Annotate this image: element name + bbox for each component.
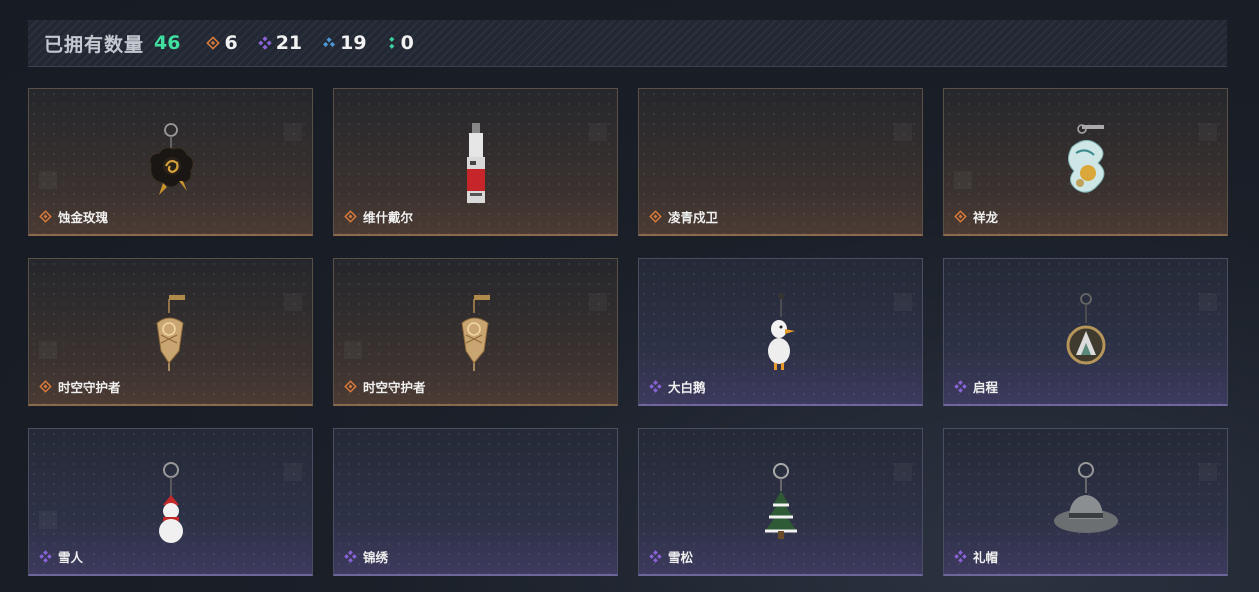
charm-card[interactable]: 礼帽 — [943, 428, 1228, 576]
owned-label: 已拥有数量 — [44, 33, 145, 56]
white-goose-charm-icon — [761, 293, 801, 373]
charm-name: 启程 — [973, 380, 999, 395]
fedora-hat-charm-icon — [1051, 461, 1121, 545]
charm-name: 大白鹅 — [668, 380, 706, 395]
green-rarity-icon — [388, 36, 394, 49]
stat-purple: 21 — [257, 32, 303, 54]
owned-count: 46 — [154, 32, 181, 54]
orange-rarity-icon — [954, 210, 967, 223]
charm-card[interactable]: 凌青戍卫 — [638, 88, 923, 236]
medal-charm-icon — [1063, 293, 1109, 373]
card-label: 祥龙 — [954, 207, 998, 226]
charm-card[interactable]: 雪松 — [638, 428, 923, 576]
charm-name: 时空守护者 — [58, 380, 121, 395]
card-decoration — [284, 463, 302, 481]
stat-orange-count: 6 — [224, 32, 238, 54]
purple-rarity-icon — [954, 380, 967, 393]
charm-card[interactable]: 时空守护者 — [28, 258, 313, 406]
purple-rarity-icon — [649, 380, 662, 393]
blue-rarity-icon — [323, 37, 336, 47]
charm-card[interactable]: 蚀金玫瑰 — [28, 88, 313, 236]
stat-blue: 19 — [322, 32, 367, 54]
orange-rarity-icon — [344, 210, 357, 223]
orange-rarity-icon — [39, 380, 52, 393]
card-decoration — [344, 341, 362, 359]
card-label: 礼帽 — [954, 547, 998, 566]
card-decoration — [589, 293, 607, 311]
card-decoration — [284, 293, 302, 311]
charm-card[interactable]: 雪人 — [28, 428, 313, 576]
stat-green-count: 0 — [400, 32, 414, 54]
charm-name: 祥龙 — [973, 210, 999, 225]
charm-name: 维什戴尔 — [363, 210, 414, 225]
card-label: 雪松 — [649, 547, 693, 566]
stat-purple-count: 21 — [275, 32, 303, 54]
purple-rarity-icon — [344, 550, 357, 563]
red-tag-charm-icon — [456, 121, 496, 207]
card-label: 大白鹅 — [649, 377, 706, 396]
dragon-charm-icon — [1058, 123, 1114, 203]
charm-name: 蚀金玫瑰 — [58, 210, 109, 225]
purple-rarity-icon — [649, 550, 662, 563]
orange-rarity-icon — [344, 380, 357, 393]
card-decoration — [1199, 293, 1217, 311]
card-label: 雪人 — [39, 547, 83, 566]
card-decoration — [39, 171, 57, 189]
charm-card[interactable]: 时空守护者 — [333, 258, 618, 406]
charm-card[interactable]: 锦绣 — [333, 428, 618, 576]
purple-rarity-icon — [954, 550, 967, 563]
charm-card[interactable]: 大白鹅 — [638, 258, 923, 406]
card-label: 蚀金玫瑰 — [39, 207, 108, 226]
card-label: 锦绣 — [344, 547, 388, 566]
snowman-charm-icon — [151, 461, 191, 545]
charm-card[interactable]: 维什戴尔 — [333, 88, 618, 236]
charm-name: 锦绣 — [363, 550, 389, 565]
charm-name: 时空守护者 — [363, 380, 426, 395]
card-label: 时空守护者 — [39, 377, 121, 396]
golden-guardian-charm-icon — [454, 293, 498, 373]
card-decoration — [589, 123, 607, 141]
charm-name: 雪人 — [58, 550, 84, 565]
charm-grid: 蚀金玫瑰 维什戴尔 凌青戍卫 祥龙 时空守护者 时空守护者 大白鹅 启程 雪人 … — [28, 88, 1228, 576]
golden-guardian-charm-icon — [149, 293, 193, 373]
purple-rarity-icon — [257, 36, 272, 50]
orange-rarity-icon — [206, 36, 221, 50]
card-decoration — [894, 123, 912, 141]
charm-name: 凌青戍卫 — [668, 210, 719, 225]
charm-name: 雪松 — [668, 550, 694, 565]
purple-rarity-icon — [39, 550, 52, 563]
card-decoration — [39, 511, 57, 529]
stat-blue-count: 19 — [340, 32, 367, 54]
card-decoration — [1199, 463, 1217, 481]
card-label: 启程 — [954, 377, 998, 396]
owned-summary-bar: 已拥有数量 46 6 21 19 0 — [28, 20, 1227, 67]
card-decoration — [954, 171, 972, 189]
charm-card[interactable]: 启程 — [943, 258, 1228, 406]
snowy-pine-charm-icon — [759, 461, 803, 545]
orange-rarity-icon — [649, 210, 662, 223]
stat-green: 0 — [387, 32, 414, 54]
card-decoration — [1199, 123, 1217, 141]
charm-card[interactable]: 祥龙 — [943, 88, 1228, 236]
card-decoration — [894, 293, 912, 311]
card-decoration — [39, 341, 57, 359]
card-label: 时空守护者 — [344, 377, 426, 396]
stat-orange: 6 — [206, 32, 238, 54]
card-decoration — [284, 123, 302, 141]
black-rose-charm-icon — [139, 121, 203, 201]
card-decoration — [894, 463, 912, 481]
charm-name: 礼帽 — [973, 550, 999, 565]
card-label: 维什戴尔 — [344, 207, 413, 226]
card-label: 凌青戍卫 — [649, 207, 718, 226]
orange-rarity-icon — [39, 210, 52, 223]
